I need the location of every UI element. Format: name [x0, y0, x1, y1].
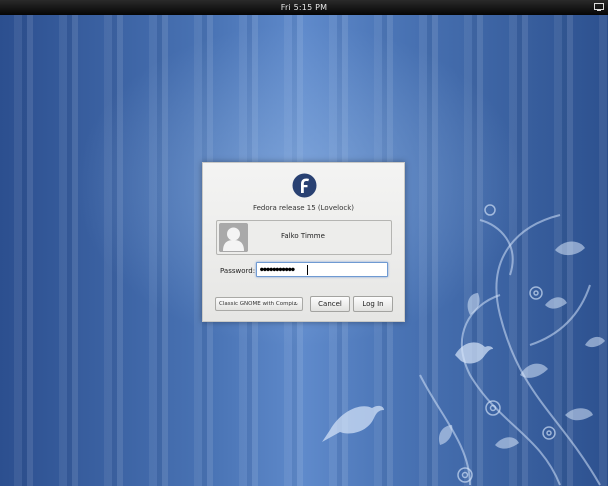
release-label: Fedora release 15 (Lovelock): [252, 204, 355, 212]
cancel-button[interactable]: Cancel: [310, 296, 350, 312]
chevron-down-icon: ⌄: [293, 300, 299, 307]
password-field[interactable]: ●●●●●●●●●●●: [256, 262, 388, 277]
accessibility-icon[interactable]: [594, 3, 604, 11]
session-value: Classic GNOME with Compiz: [219, 301, 297, 307]
session-select[interactable]: Classic GNOME with Compiz ⌄: [215, 297, 303, 311]
password-label: Password:: [220, 267, 256, 275]
password-value: ●●●●●●●●●●●: [260, 266, 295, 273]
user-list-item[interactable]: Falko Timme: [216, 220, 392, 255]
text-cursor: [307, 265, 308, 275]
clock[interactable]: Fri 5:15 PM: [0, 0, 608, 15]
login-dialog: Fedora release 15 (Lovelock) Falko Timme…: [202, 162, 405, 322]
fedora-logo-icon: [292, 173, 317, 198]
user-name: Falko Timme: [281, 232, 325, 240]
user-avatar-icon: [219, 223, 248, 252]
top-panel: Fri 5:15 PM: [0, 0, 608, 15]
login-button[interactable]: Log In: [353, 296, 393, 312]
